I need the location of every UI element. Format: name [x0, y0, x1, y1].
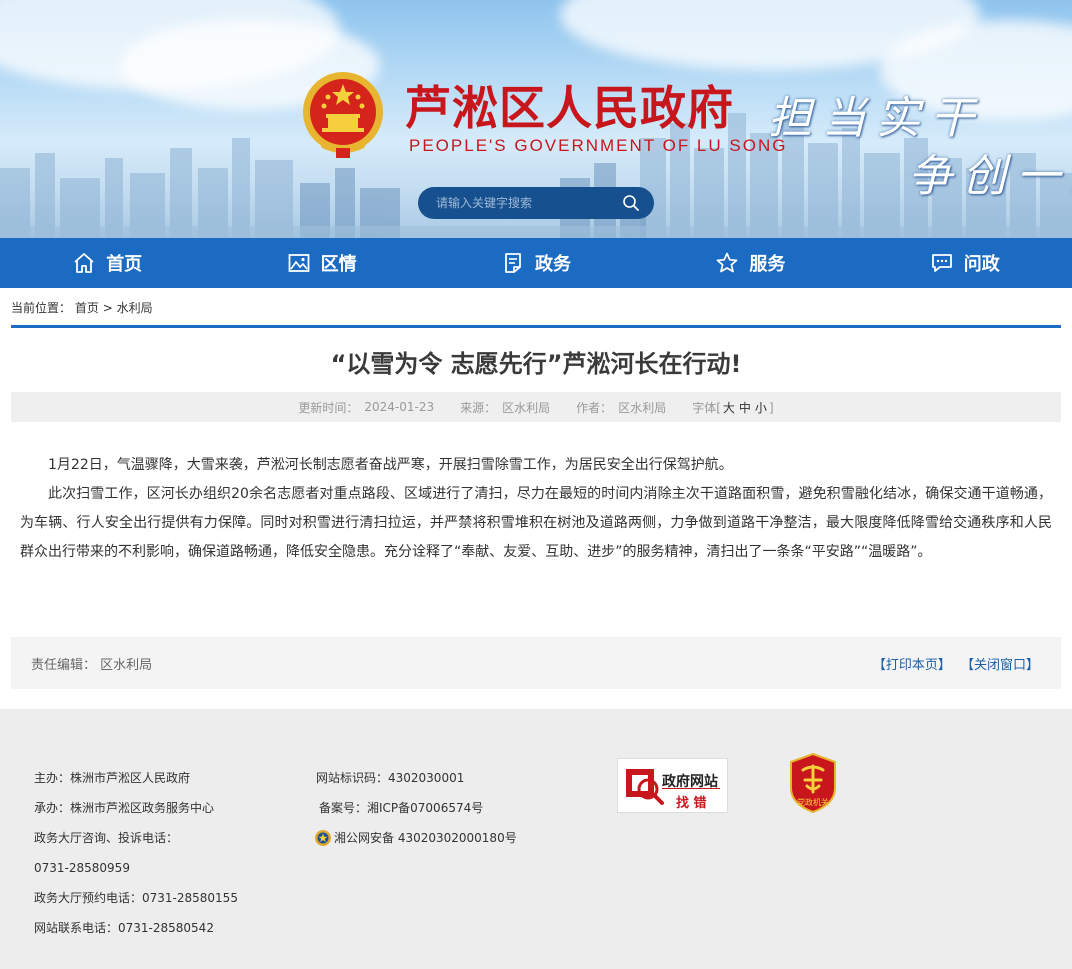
close-window-link[interactable]: 【关闭窗口】: [961, 658, 1039, 673]
editor-label: 责任编辑：: [31, 657, 97, 673]
article-title: “以雪为令 志愿先行”芦淞河长在行动!: [330, 350, 742, 378]
article-paragraph: 此次扫雪工作，区河长办组织20余名志愿者对重点路段、区域进行了清扫，尽力在最短的…: [20, 486, 1052, 560]
updated-label: 更新时间：: [298, 400, 359, 415]
footer-icp-link[interactable]: 备案号：湘ICP备07006574号: [319, 793, 517, 823]
source-label: 来源：: [460, 400, 497, 415]
site-title: 芦淞区人民政府: [405, 81, 734, 135]
font-small-button[interactable]: 小: [755, 401, 767, 415]
footer-organizer: 承办：株洲市芦淞区政务服务中心: [34, 801, 215, 815]
nav-item-overview[interactable]: 区情: [214, 238, 428, 288]
star-icon: [717, 252, 738, 273]
article-body: 1月22日，气温骤降，大雪来袭，芦淞河长制志愿者奋战严寒，开展扫雪除雪工作，为居…: [20, 451, 1052, 567]
police-badge-icon: [315, 830, 331, 846]
nav-item-government-affairs[interactable]: 政务: [429, 238, 643, 288]
national-emblem-logo: [303, 72, 383, 158]
footer-police-record[interactable]: 湘公网安备 43020302000180号: [314, 823, 517, 853]
site-subtitle: PEOPLE'S GOVERNMENT OF LU SONG: [409, 136, 788, 155]
font-size-control: 字体[大中小]: [692, 399, 773, 416]
footer-hall-phone: 0731-28580959: [34, 861, 130, 875]
party-government-emblem-icon: 党政机关: [790, 752, 836, 814]
breadcrumb-current-link[interactable]: 水利局: [117, 301, 153, 315]
updated-date: 2024-01-23: [364, 400, 435, 414]
footer-hall-label: 政务大厅咨询、投诉电话：: [34, 831, 179, 845]
search-input[interactable]: [436, 196, 616, 210]
print-page-link[interactable]: 【打印本页】: [873, 658, 951, 673]
footer-host: 主办：株洲市芦淞区人民政府: [34, 771, 191, 785]
nav-item-label: 政务: [534, 254, 571, 275]
nav-item-label: 问政: [963, 254, 1000, 275]
font-large-button[interactable]: 大: [723, 401, 735, 415]
footer-site-phone: 网站联系电话：0731-28580542: [34, 921, 214, 935]
nav-item-inquiry[interactable]: 问政: [858, 238, 1072, 288]
nav-item-label: 服务: [749, 254, 786, 275]
author-label: 作者：: [576, 400, 613, 415]
footer-registration-column: 网站标识码：4302030001 备案号：湘ICP备07006574号 湘公网安…: [314, 763, 517, 853]
author-value: 区水利局: [618, 400, 667, 415]
font-size-bracket: ]: [768, 400, 774, 415]
footer-site-id: 网站标识码：4302030001: [316, 771, 465, 785]
breadcrumb-prefix: 当前位置：: [11, 301, 72, 315]
chat-icon: [931, 254, 952, 272]
footer-info-column: 主办：株洲市芦淞区人民政府 承办：株洲市芦淞区政务服务中心 政务大厅咨询、投诉电…: [34, 763, 238, 943]
document-icon: [505, 253, 521, 273]
nav-item-label: 首页: [106, 254, 143, 275]
slogan-line-1: 担当实干: [768, 93, 984, 144]
article-paragraph: 1月22日，气温骤降，大雪来袭，芦淞河长制志愿者奋战严寒，开展扫雪除雪工作，为居…: [48, 457, 733, 473]
divider-line: [11, 325, 1061, 328]
home-icon: [74, 253, 94, 273]
nav-item-label: 区情: [320, 254, 357, 275]
source-value: 区水利局: [502, 400, 551, 415]
main-nav: 首页 区情 政务 服务 问政: [0, 238, 1072, 288]
editor-bar: 责任编辑： 区水利局 【打印本页】 【关闭窗口】: [11, 637, 1061, 689]
font-size-label: 字体[: [692, 400, 721, 415]
search-bar: [418, 187, 654, 219]
page-actions: 【打印本页】 【关闭窗口】: [867, 654, 1039, 673]
slogan-line-2: 争创一流: [908, 151, 1072, 202]
nav-item-services[interactable]: 服务: [643, 238, 857, 288]
font-medium-button[interactable]: 中: [739, 401, 751, 415]
footer: 主办：株洲市芦淞区人民政府 承办：株洲市芦淞区政务服务中心 政务大厅咨询、投诉电…: [0, 709, 1072, 969]
police-record-text: 湘公网安备 43020302000180号: [334, 831, 517, 845]
badge-line-2: 找 错: [676, 796, 707, 811]
responsible-editor: 责任编辑： 区水利局: [31, 654, 152, 673]
article-meta-bar: 更新时间： 2024-01-23 来源： 区水利局 作者： 区水利局 字体[大中…: [11, 392, 1061, 422]
header-banner: 芦淞区人民政府 PEOPLE'S GOVERNMENT OF LU SONG 担…: [0, 0, 1072, 238]
footer-booking-phone: 政务大厅预约电话：0731-28580155: [34, 891, 238, 905]
party-government-badge[interactable]: 党政机关: [787, 752, 839, 814]
picture-icon: [288, 254, 309, 272]
search-icon[interactable]: [622, 194, 640, 212]
breadcrumb-separator: >: [102, 301, 113, 315]
gov-site-error-report-badge[interactable]: 政府网站 找 错: [617, 758, 728, 813]
nav-item-home[interactable]: 首页: [0, 238, 214, 288]
magnifier-icon: [626, 769, 664, 805]
breadcrumb-home-link[interactable]: 首页: [75, 301, 99, 315]
breadcrumb: 当前位置： 首页 > 水利局: [11, 299, 153, 316]
editor-value: 区水利局: [100, 657, 153, 673]
party-government-badge-label: 党政机关: [797, 797, 829, 807]
